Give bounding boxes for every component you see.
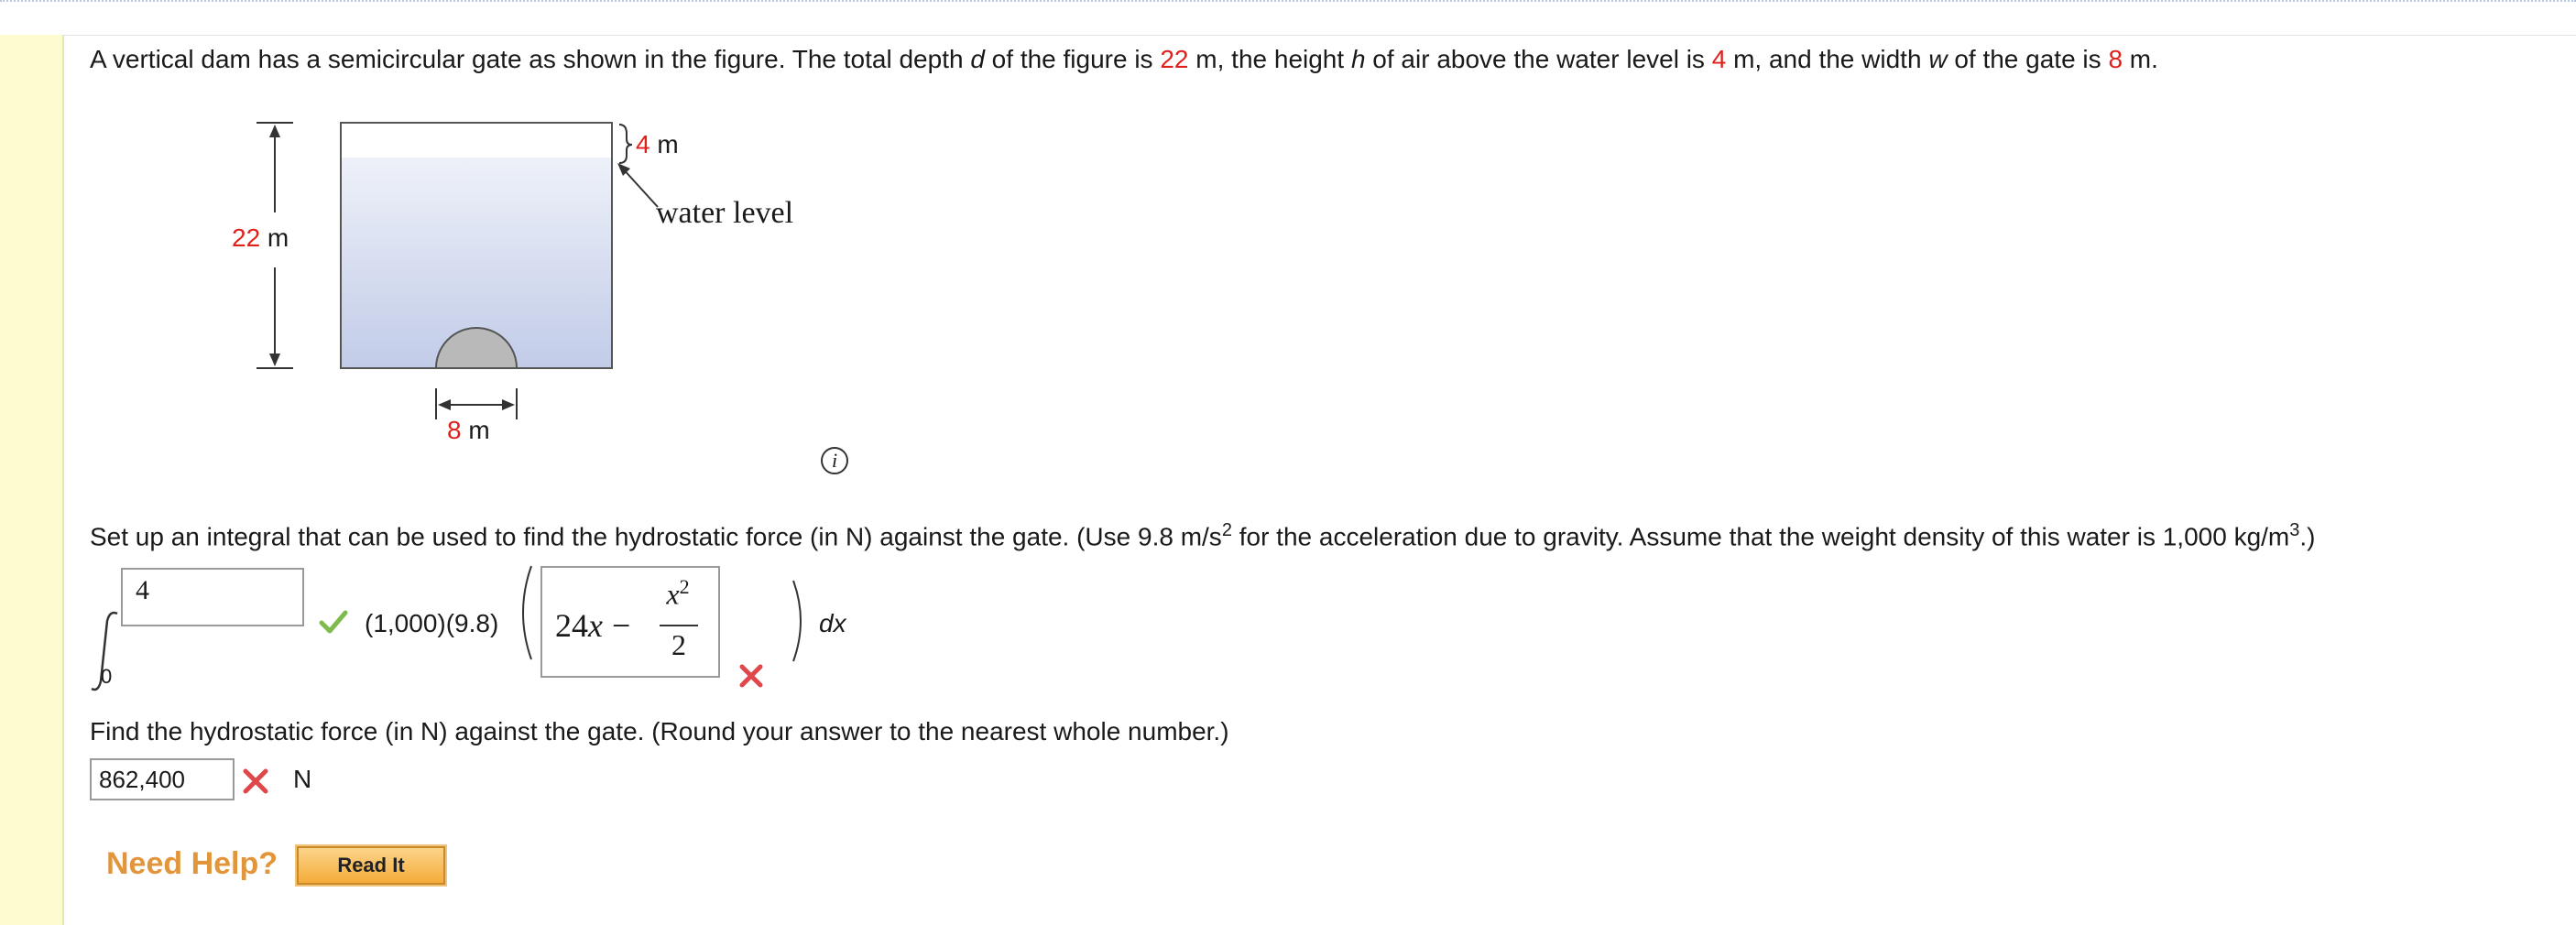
incorrect-icon <box>243 768 268 794</box>
width-value: 8 <box>2108 45 2123 73</box>
read-it-button[interactable]: Read It <box>295 844 447 887</box>
var-d: d <box>970 45 985 73</box>
var-w: w <box>1928 45 1948 73</box>
problem-text-5: m, and the width <box>1726 45 1929 73</box>
depth-label: 22 m <box>232 223 289 253</box>
air-value: 4 <box>1711 45 1727 73</box>
gate-width-value: 8 <box>447 416 462 444</box>
need-help-label: Need Help? <box>106 846 278 881</box>
integrand-term: 24x − <box>555 606 639 645</box>
question-content: A vertical dam has a semicircular gate a… <box>90 0 2563 925</box>
force-answer-input[interactable]: 862,400 <box>90 758 235 800</box>
gate-width-label: 8 m <box>447 416 490 445</box>
fraction-bar <box>660 625 698 626</box>
incorrect-icon <box>739 664 763 688</box>
lower-limit: 0 <box>101 665 113 688</box>
air-label-unit: m <box>649 130 679 158</box>
q1-text-b: for the acceleration due to gravity. Ass… <box>1231 522 2290 551</box>
integrand-input[interactable]: 24x − x2 2 <box>540 566 720 678</box>
left-paren <box>522 565 532 660</box>
q1-sup-b: 3 <box>2289 520 2300 540</box>
q1-text-a: Set up an integral that can be used to f… <box>90 522 1222 551</box>
var-h: h <box>1350 45 1366 73</box>
water-level-label: water level <box>656 196 794 230</box>
integrand-coef: 24 <box>555 607 588 644</box>
depth-value: 22 <box>1160 45 1189 73</box>
numerator-exp: 2 <box>679 575 690 598</box>
fraction-numerator: x2 <box>660 575 696 612</box>
depth-label-unit: m <box>260 223 289 252</box>
air-brace <box>618 124 633 164</box>
force-unit: N <box>293 765 312 793</box>
info-icon[interactable]: i <box>821 447 848 474</box>
integrand-minus: − <box>611 607 631 644</box>
problem-text-2: of the figure is <box>984 45 1161 73</box>
q1-sup-a: 2 <box>1221 520 1232 540</box>
q1-text-c: .) <box>2299 522 2316 551</box>
upper-limit-input[interactable]: 4 <box>121 568 304 626</box>
dam-figure <box>257 122 659 419</box>
check-icon <box>319 610 348 634</box>
coefficient: (1,000)(9.8) <box>365 609 499 637</box>
dx-label: dx <box>819 609 846 637</box>
left-status-bar <box>0 35 64 925</box>
fraction-denominator: 2 <box>671 628 686 661</box>
problem-text-6: of the gate is <box>1947 45 2109 73</box>
right-paren <box>792 580 802 662</box>
problem-text-1: A vertical dam has a semicircular gate a… <box>90 45 971 73</box>
problem-statement: A vertical dam has a semicircular gate a… <box>90 44 2158 75</box>
air-label-value: 4 <box>636 130 650 158</box>
problem-text-3: m, the height <box>1188 45 1351 73</box>
question2-text: Find the hydrostatic force (in N) agains… <box>90 717 1229 745</box>
integrand-var: x <box>588 607 603 644</box>
water-level-pointer <box>620 166 659 208</box>
air-label: 4 m <box>636 130 679 159</box>
problem-text-4: of air above the water level is <box>1365 45 1712 73</box>
question1-text: Set up an integral that can be used to f… <box>90 515 2315 552</box>
depth-label-value: 22 <box>232 223 261 252</box>
numerator-var: x <box>666 577 680 611</box>
gate-width-unit: m <box>461 416 490 444</box>
problem-text-7: m. <box>2123 45 2158 73</box>
